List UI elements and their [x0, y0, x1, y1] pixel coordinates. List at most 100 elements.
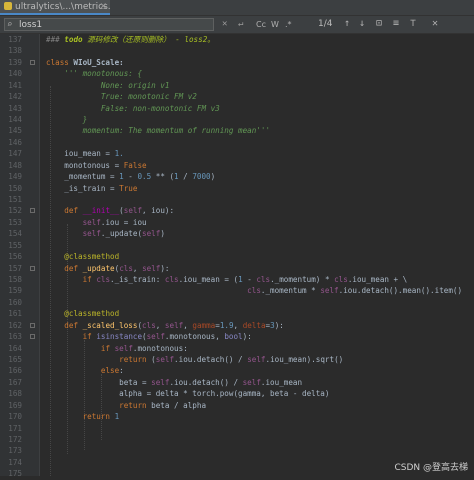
- line-number: 155: [8, 240, 22, 250]
- self-keyword: self: [142, 229, 161, 239]
- next-occurrence-icon[interactable]: ↓: [359, 18, 365, 30]
- code-line: 166 else:: [0, 365, 474, 376]
- new-line-icon[interactable]: ↵: [238, 18, 243, 30]
- cls-keyword: cls: [142, 320, 156, 330]
- cls-keyword: cls: [119, 263, 133, 273]
- line-number: 158: [8, 275, 22, 285]
- function-name: _update: [82, 263, 115, 273]
- code-text: _momentum =: [46, 172, 120, 182]
- close-icon[interactable]: ✕: [99, 0, 107, 13]
- code-text: /: [178, 172, 193, 182]
- code-text: , iou):: [142, 206, 175, 216]
- keyword: return: [119, 355, 147, 365]
- code-text: ._is_train:: [110, 275, 165, 285]
- number-literal: 1.: [114, 149, 124, 159]
- code-editor[interactable]: 137 ### todo 源码修改（还原则删除） - loss2。 138 139…: [0, 34, 474, 478]
- cls-keyword: cls: [164, 275, 179, 285]
- regex-toggle[interactable]: .*: [285, 19, 292, 30]
- code-line: 158 if cls._is_train: cls.iou_mean = (1 …: [0, 274, 474, 285]
- line-number: 156: [8, 252, 22, 262]
- fold-icon[interactable]: [30, 59, 35, 65]
- find-bar: ⌕ loss1 ✕ ↵ Cc W .* 1/4 ↑ ↓ ⊡ ≡ ⊤ ✕: [0, 16, 474, 34]
- code-line: 150 _is_train = True: [0, 183, 474, 194]
- tab-title: ultralytics\...\metrics.py: [15, 2, 110, 12]
- line-number: 140: [8, 69, 22, 79]
- fold-icon[interactable]: [30, 208, 35, 214]
- number-literal: 1.9: [219, 320, 234, 330]
- cls-keyword: cls: [96, 275, 111, 285]
- line-number: 137: [8, 35, 22, 44]
- line-number: 166: [8, 366, 22, 376]
- fold-icon[interactable]: [30, 265, 35, 271]
- whole-words-toggle[interactable]: W: [271, 19, 279, 30]
- search-input[interactable]: ⌕ loss1: [4, 18, 214, 31]
- decorator: @classmethod: [64, 309, 120, 319]
- code-line: 147 iou_mean = 1.: [0, 148, 474, 159]
- line-number: 167: [8, 377, 22, 387]
- line-number: 161: [8, 309, 22, 319]
- filter-icon[interactable]: ⊤: [410, 18, 416, 30]
- code-text: .monotonous:: [132, 343, 188, 353]
- line-number: 147: [8, 149, 22, 159]
- code-line: 162 def _scaled_loss(cls, self, gamma=1.…: [0, 320, 474, 331]
- code-text: -: [242, 275, 257, 285]
- code-text: beta =: [46, 377, 152, 387]
- line-number: 174: [8, 457, 22, 467]
- code-text: ):: [274, 320, 284, 330]
- line-number: 145: [8, 126, 22, 136]
- code-line: 157 def _update(cls, self):: [0, 263, 474, 274]
- self-keyword: self: [123, 206, 143, 216]
- code-line: 156 @classmethod: [0, 251, 474, 262]
- code-line: 148 monotonous = False: [0, 160, 474, 171]
- select-all-occurrences-icon[interactable]: ≡: [393, 18, 399, 30]
- code-text: ._momentum *: [260, 286, 321, 296]
- line-number: 169: [8, 400, 22, 410]
- code-line: 171: [0, 423, 474, 434]
- code-text: ,: [132, 263, 143, 273]
- search-query: loss1: [19, 20, 43, 30]
- fold-icon[interactable]: [30, 322, 35, 328]
- keyword: if: [82, 275, 92, 285]
- find-all-icon[interactable]: ⊡: [376, 18, 382, 30]
- close-find-bar-icon[interactable]: ✕: [432, 18, 438, 30]
- line-number: 142: [8, 92, 22, 102]
- keyword: return: [82, 412, 111, 422]
- line-number: 149: [8, 172, 22, 182]
- code-line: 164 if self.monotonous:: [0, 343, 474, 354]
- code-text: .iou.detach() /: [174, 355, 248, 365]
- keyword: False: [123, 160, 147, 170]
- code-line: 168 alpha = delta * torch.pow(gamma, bet…: [0, 388, 474, 399]
- clear-search-icon[interactable]: ✕: [222, 18, 227, 30]
- line-number: 163: [8, 332, 22, 342]
- fold-icon[interactable]: [30, 334, 35, 340]
- code-text: ,: [233, 320, 243, 330]
- line-number: 173: [8, 446, 22, 456]
- code-text: .iou = iou: [100, 217, 147, 227]
- keyword: else: [100, 366, 120, 376]
- code-text: alpha = delta * torch.pow(gamma, beta - …: [46, 389, 330, 399]
- keyword: def: [64, 263, 79, 273]
- docstring-line: ''' monotonous: {: [46, 69, 143, 79]
- code-text: (: [146, 355, 156, 365]
- keyword: def: [64, 206, 79, 216]
- code-line: 141 None: origin v1: [0, 80, 474, 91]
- keyword: class: [46, 57, 69, 67]
- keyword: def: [64, 320, 79, 330]
- code-line: 152 def __init__(self, iou):: [0, 205, 474, 216]
- match-case-toggle[interactable]: Cc: [256, 19, 266, 30]
- previous-occurrence-icon[interactable]: ↑: [344, 18, 350, 30]
- tab-metrics-py[interactable]: ultralytics\...\metrics.py ✕: [0, 0, 110, 15]
- cls-keyword: cls: [247, 286, 261, 296]
- code-text: monotonous =: [46, 160, 124, 170]
- code-line: 160: [0, 297, 474, 308]
- keyword: True: [119, 183, 138, 193]
- code-line: 154 self._update(self): [0, 228, 474, 239]
- decorator: @classmethod: [64, 252, 120, 262]
- line-number: 141: [8, 80, 22, 90]
- line-number: 154: [8, 229, 22, 239]
- code-line: 138: [0, 45, 474, 56]
